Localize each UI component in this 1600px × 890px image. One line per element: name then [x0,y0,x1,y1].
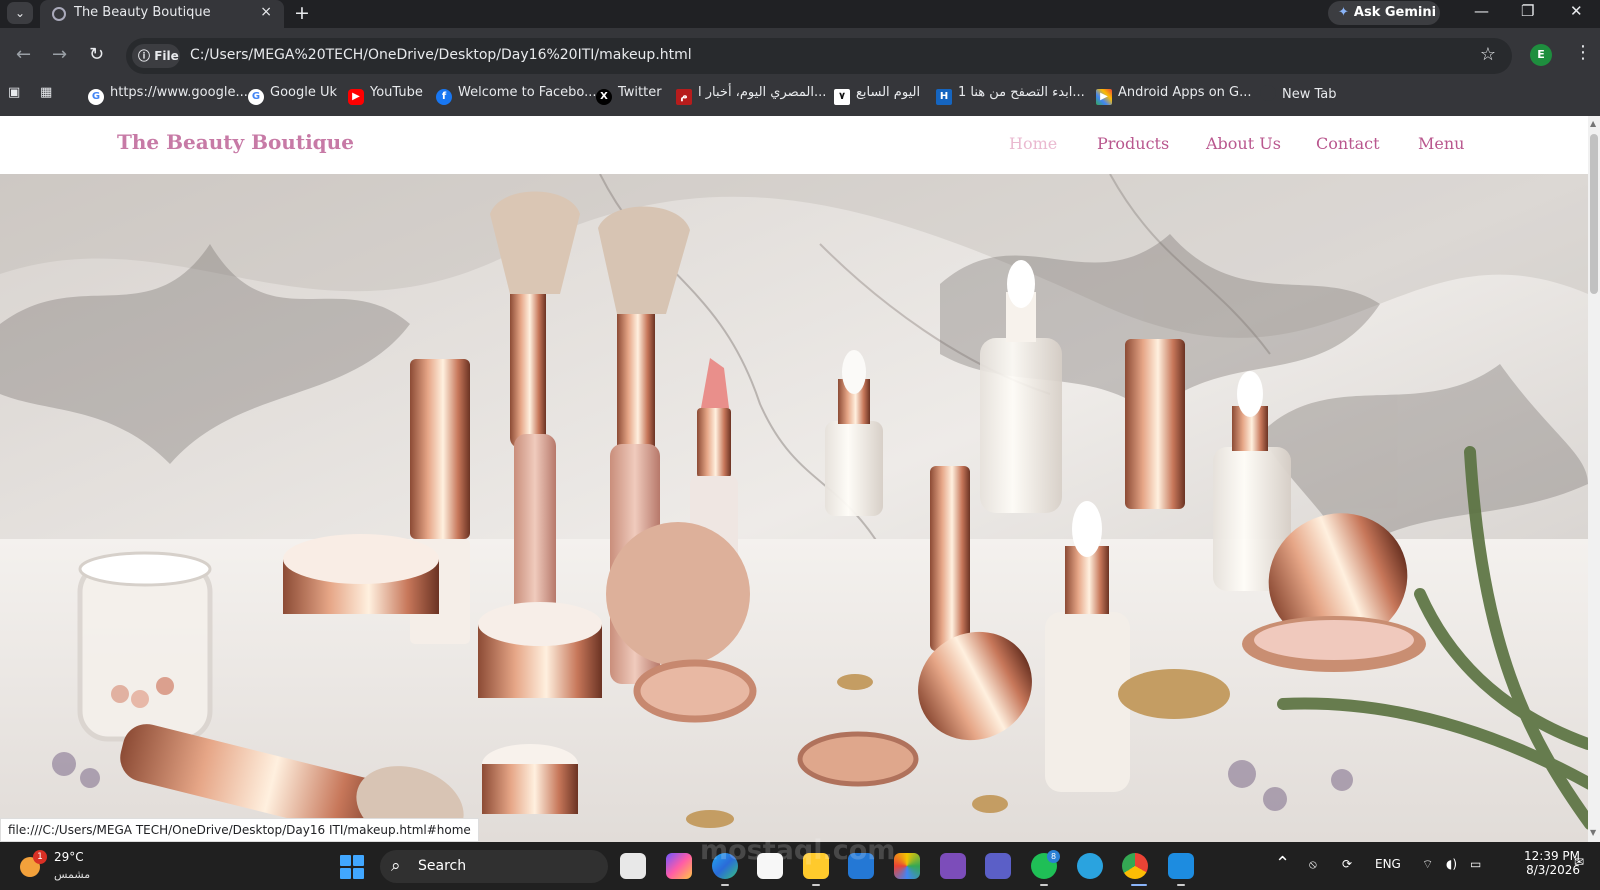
bookmark-start-browsing[interactable]: H ابدء التصفح من هنا 1... [936,85,1085,105]
site-navigation: The Beauty Boutique Home Products About … [0,116,1588,174]
bookmark-star-icon[interactable]: ☆ [1480,44,1496,65]
taskbar-search-input[interactable]: ⌕ Search [380,850,608,883]
apps-grid-icon[interactable]: ▦ [40,85,52,100]
nav-menu[interactable]: Menu [1418,134,1464,153]
scroll-thumb[interactable] [1590,134,1598,294]
scroll-up-icon[interactable]: ▲ [1590,119,1596,128]
file-label: File [154,49,179,63]
news-icon: ٧ [834,89,850,105]
play-store-icon: ▶ [1096,89,1112,105]
ask-gemini-label: Ask Gemini [1353,5,1437,20]
weather-widget[interactable]: 1 29°C مشمس [20,850,100,884]
notification-center-icon[interactable]: ✉ [1574,855,1584,869]
taskbar-clock[interactable]: 12:39 PM 8/3/2026 [1504,849,1580,877]
search-icon: ⌕ [391,856,401,876]
copilot-icon[interactable] [666,853,692,879]
reload-icon[interactable]: ↻ [89,44,104,65]
watermark: mostaql.com [700,835,896,866]
hero-image-illustration [0,174,1588,842]
volume-icon[interactable]: ◖) [1446,857,1457,871]
forward-icon[interactable]: → [52,44,67,65]
tab-search-icon[interactable]: ⌄ [7,2,33,24]
edge-running-indicator [721,884,729,886]
info-icon: ⓘ [138,49,155,63]
language-indicator[interactable]: ENG [1375,857,1401,871]
bookmark-new-tab[interactable]: New Tab [1260,85,1337,102]
makeup-products-hero-image [0,174,1588,842]
minimize-icon[interactable]: — [1474,2,1489,20]
scroll-down-icon[interactable]: ▼ [1590,828,1596,837]
tab-icon [1260,85,1276,101]
weather-alert-badge: 1 [33,850,47,864]
bookmark-twitter[interactable]: X Twitter [596,85,662,105]
show-hidden-icons-icon[interactable]: ⌃ [1275,853,1290,874]
address-bar[interactable]: ⓘ File C:/Users/MEGA%20TECH/OneDrive/Des… [126,38,1512,74]
new-tab-icon[interactable]: + [294,2,310,24]
tab-title: The Beauty Boutique [74,5,211,20]
windows-start-icon[interactable] [340,855,364,879]
clock-time: 12:39 PM [1524,849,1580,863]
explorer-running-indicator [812,884,820,886]
nav-products[interactable]: Products [1097,134,1169,153]
clock-date: 8/3/2026 [1526,863,1580,877]
nav-home[interactable]: Home [1009,134,1057,153]
youtube-icon: ▶ [348,89,364,105]
more-menu-icon[interactable]: ⋮ [1574,42,1592,63]
restore-icon[interactable]: ❐ [1521,2,1534,20]
bookmarks-bar: ▣ ▦ Ghttps://www.google... G Google Uk ▶ Y… [0,82,1600,108]
bookmark-youtube[interactable]: ▶ YouTube [348,85,423,105]
chrome-icon[interactable] [1122,853,1148,879]
ask-gemini-button[interactable]: ✦ Ask Gemini [1328,1,1440,25]
side-panel-icon[interactable]: ▣ [8,85,20,100]
whatsapp-badge: 8 [1047,850,1060,863]
task-view-icon[interactable] [620,853,646,879]
visual-studio-icon[interactable] [940,853,966,879]
site-info-button[interactable]: ⓘ File [132,44,180,68]
telegram-icon[interactable] [1077,853,1103,879]
browser-icon: H [936,89,952,105]
google-icon: G [88,89,104,105]
photos-icon[interactable] [894,853,920,879]
notifications-muted-icon[interactable]: ⦸ [1309,857,1317,872]
vscode-running-indicator [1177,884,1185,886]
bookmark-almasry-alyoum[interactable]: م المصري اليوم، أخبار ا... [676,85,826,105]
site-brand[interactable]: The Beauty Boutique [117,130,354,154]
chrome-running-indicator [1131,884,1147,886]
beauty-boutique-page: The Beauty Boutique Home Products About … [0,116,1588,842]
taskbar-search-placeholder: Search [418,858,467,874]
close-icon[interactable]: × [260,4,272,20]
bookmark-google-search[interactable]: Ghttps://www.google... [88,85,248,105]
x-icon: X [596,89,612,105]
browser-window-chrome: ⌄ The Beauty Boutique × + ✦ Ask Gemini — … [0,0,1600,116]
nav-contact[interactable]: Contact [1316,134,1380,153]
profile-avatar[interactable]: E [1530,44,1552,66]
bookmark-google-uk[interactable]: G Google Uk [248,85,337,105]
link-status-url: file:///C:/Users/MEGA TECH/OneDrive/Desk… [0,818,479,842]
bookmark-android-apps[interactable]: ▶ Android Apps on G... [1096,85,1252,105]
close-window-icon[interactable]: ✕ [1570,2,1583,20]
facebook-icon: f [436,89,452,105]
page-scrollbar[interactable]: ▲ ▼ [1588,116,1600,842]
vs-code-icon[interactable] [1168,853,1194,879]
sparkle-icon: ✦ [1338,5,1349,20]
nav-about-us[interactable]: About Us [1206,134,1281,153]
clear-jar-icon [77,551,213,742]
active-tab[interactable]: The Beauty Boutique × [40,0,284,28]
address-url[interactable]: C:/Users/MEGA%20TECH/OneDrive/Desktop/Da… [190,47,692,63]
globe-icon [52,7,66,21]
bookmark-facebook[interactable]: f Welcome to Facebo... [436,85,597,105]
whatsapp-running-indicator [1040,884,1048,886]
wifi-icon[interactable]: ⌔ [1422,857,1433,872]
teams-icon[interactable] [985,853,1011,879]
bookmark-youm7[interactable]: ٧ اليوم السابع [834,85,920,105]
battery-icon[interactable]: ▭ [1470,857,1481,871]
temperature: 29°C [54,850,84,864]
tab-strip: ⌄ The Beauty Boutique × + ✦ Ask Gemini — … [0,0,1600,28]
browser-toolbar: ← → ↻ ⓘ File C:/Users/MEGA%20TECH/OneDri… [0,36,1600,76]
google-icon: G [248,89,264,105]
weather-condition: مشمس [54,868,91,881]
back-icon[interactable]: ← [16,44,31,65]
news-icon: م [676,89,692,105]
sync-icon[interactable]: ⟳ [1342,857,1352,871]
